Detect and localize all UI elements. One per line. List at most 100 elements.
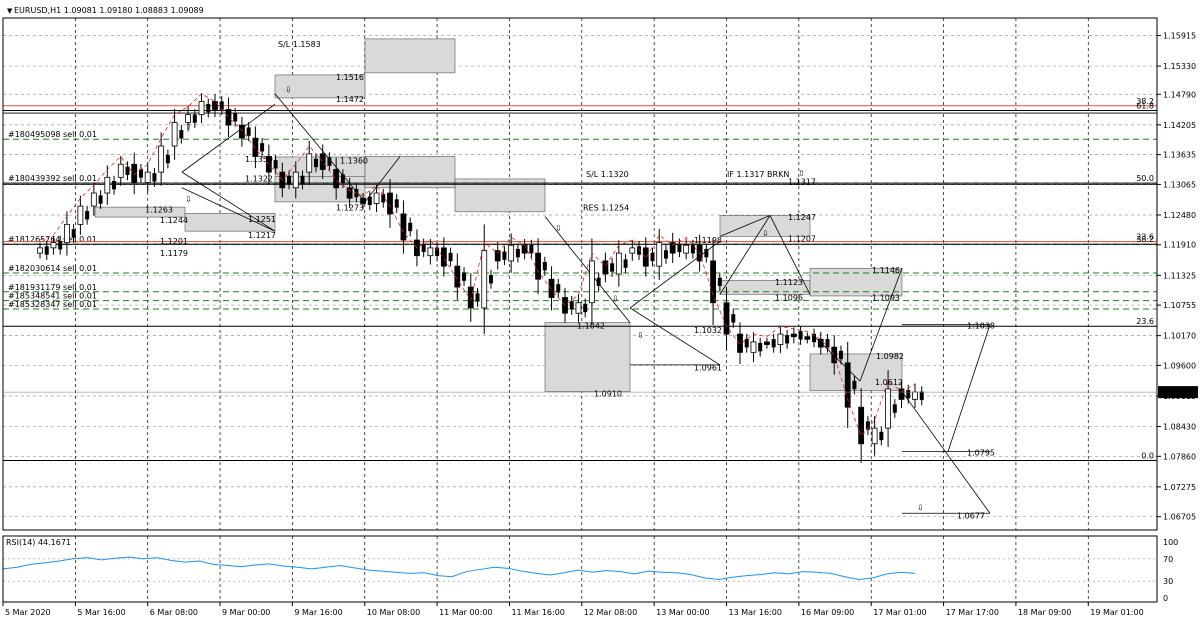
candle-body bbox=[704, 248, 709, 258]
candle-body bbox=[535, 252, 541, 280]
candle-body bbox=[785, 335, 790, 344]
pending-order-label: #181931179 sell 0.01 bbox=[8, 283, 97, 292]
candle-body bbox=[144, 171, 151, 183]
collapse-icon[interactable]: ▼ bbox=[7, 7, 13, 15]
candle-body bbox=[502, 251, 507, 260]
candle-body bbox=[300, 175, 305, 185]
x-tick-label: 17 Mar 01:00 bbox=[873, 608, 926, 617]
rsi-tick-label: 0 bbox=[1163, 594, 1168, 603]
x-tick-label: 13 Mar 16:00 bbox=[729, 608, 782, 617]
annotation-label: 1.1516 bbox=[336, 73, 364, 82]
y-tick-label: 1.09600 bbox=[1163, 361, 1196, 370]
y-tick-label: 1.14205 bbox=[1163, 121, 1196, 130]
x-tick-label: 6 Mar 08:00 bbox=[150, 608, 198, 617]
annotation-label: 1.0795 bbox=[967, 449, 995, 458]
candle-body bbox=[475, 293, 480, 302]
candle-body bbox=[723, 302, 730, 335]
x-tick-label: 16 Mar 09:00 bbox=[801, 608, 854, 617]
x-tick-label: 5 Mar 16:00 bbox=[77, 608, 125, 617]
annotation-label: 1.1032 bbox=[694, 326, 722, 335]
candle-body bbox=[610, 263, 615, 272]
candle-body bbox=[77, 205, 84, 225]
annotation-label: 1.0677 bbox=[957, 511, 985, 520]
annotation-label: 1.1247 bbox=[788, 213, 816, 222]
y-tick-label: 1.07860 bbox=[1163, 452, 1196, 461]
chart[interactable]: #180495098 sell 0.01 #180439392 sell 0.01… bbox=[0, 0, 1200, 623]
fib-level-label: 0.0 bbox=[1141, 452, 1154, 461]
fib-level-label: 23.6 bbox=[1136, 317, 1154, 326]
annotation-label: 1.1359 bbox=[245, 155, 273, 164]
candle-body bbox=[744, 339, 749, 348]
x-tick-label: 10 Mar 08:00 bbox=[367, 608, 420, 617]
candle-body bbox=[569, 301, 574, 310]
candle-body bbox=[373, 192, 380, 204]
annotation-label: 1.1472 bbox=[336, 95, 364, 104]
annotation-label: 1.1263 bbox=[145, 206, 173, 215]
candle-body bbox=[596, 277, 601, 287]
signal-arrow-icon: ⇧ bbox=[798, 169, 805, 178]
candle-body bbox=[858, 406, 865, 445]
candle-body bbox=[764, 341, 770, 345]
candle-body bbox=[912, 391, 918, 400]
candle-body bbox=[219, 101, 224, 110]
annotation-label: S/L 1.1320 bbox=[586, 170, 629, 179]
candle-body bbox=[852, 380, 857, 390]
signal-arrow-icon: ⇩ bbox=[762, 229, 769, 238]
y-tick-label: 1.12480 bbox=[1163, 211, 1196, 220]
signal-arrow-icon: ⇩ bbox=[917, 503, 924, 512]
signal-arrow-icon: ⇧ bbox=[185, 122, 192, 131]
y-tick-label: 1.08430 bbox=[1163, 423, 1196, 432]
candle-body bbox=[387, 192, 393, 215]
x-tick-label: 12 Mar 08:00 bbox=[584, 608, 637, 617]
candle-body bbox=[642, 247, 649, 267]
candle-body bbox=[548, 278, 555, 298]
candle-body bbox=[287, 175, 292, 185]
candle-body bbox=[50, 242, 57, 249]
candle-body bbox=[804, 336, 811, 340]
y-tick-label: 1.06705 bbox=[1163, 513, 1196, 522]
candle-body bbox=[64, 223, 70, 244]
annotation-label: 1.1360 bbox=[340, 157, 368, 166]
candle-body bbox=[677, 243, 682, 253]
candle-body bbox=[313, 158, 318, 168]
rsi-tick-label: 70 bbox=[1163, 555, 1173, 564]
y-tick-label: 1.15915 bbox=[1163, 32, 1196, 41]
fib-level-label: 38.2 bbox=[1136, 235, 1154, 244]
x-tick-label: 11 Mar 16:00 bbox=[511, 608, 564, 617]
candle-body bbox=[508, 244, 515, 262]
candle-body bbox=[112, 181, 117, 190]
candle-body bbox=[225, 109, 232, 126]
pending-order-label: #180439392 sell 0.01 bbox=[8, 174, 97, 183]
annotation-label: RES 1.1254 bbox=[583, 204, 629, 213]
annotation-label: 1.1198 bbox=[694, 236, 722, 245]
annotation-label: 1.1146 bbox=[872, 266, 900, 275]
y-tick-label: 1.14790 bbox=[1163, 90, 1196, 99]
annotation-label: 1.1096 bbox=[775, 294, 803, 303]
candle-body bbox=[838, 350, 843, 360]
candle-body bbox=[165, 154, 170, 164]
candle-body bbox=[750, 341, 757, 353]
candle-body bbox=[212, 101, 218, 110]
rsi-label: RSI(14) 44.1671 bbox=[6, 538, 71, 547]
x-tick-label: 18 Mar 09:00 bbox=[1018, 608, 1071, 617]
signal-arrow-icon: ⇩ bbox=[285, 86, 292, 95]
candle-body bbox=[152, 173, 157, 182]
candle-body bbox=[575, 302, 582, 314]
signal-arrow-icon: ⇩ bbox=[185, 195, 192, 204]
candle-body bbox=[623, 259, 628, 268]
pending-order-label: #185328347 sell 0.01 bbox=[8, 300, 97, 309]
candle-body bbox=[844, 362, 851, 408]
x-tick-label: 9 Mar 00:00 bbox=[222, 608, 270, 617]
candle-body bbox=[327, 157, 332, 166]
candle-body bbox=[683, 244, 690, 254]
candle-body bbox=[798, 331, 803, 340]
y-tick-label: 1.13065 bbox=[1163, 180, 1196, 189]
candle-body bbox=[885, 388, 891, 429]
candle-body bbox=[731, 314, 736, 323]
candle-body bbox=[556, 284, 561, 293]
candle-body bbox=[198, 101, 205, 116]
candle-body bbox=[758, 342, 763, 352]
annotation-label: 1.1038 bbox=[967, 322, 995, 331]
candle-body bbox=[179, 130, 184, 139]
candle-body bbox=[71, 229, 76, 238]
